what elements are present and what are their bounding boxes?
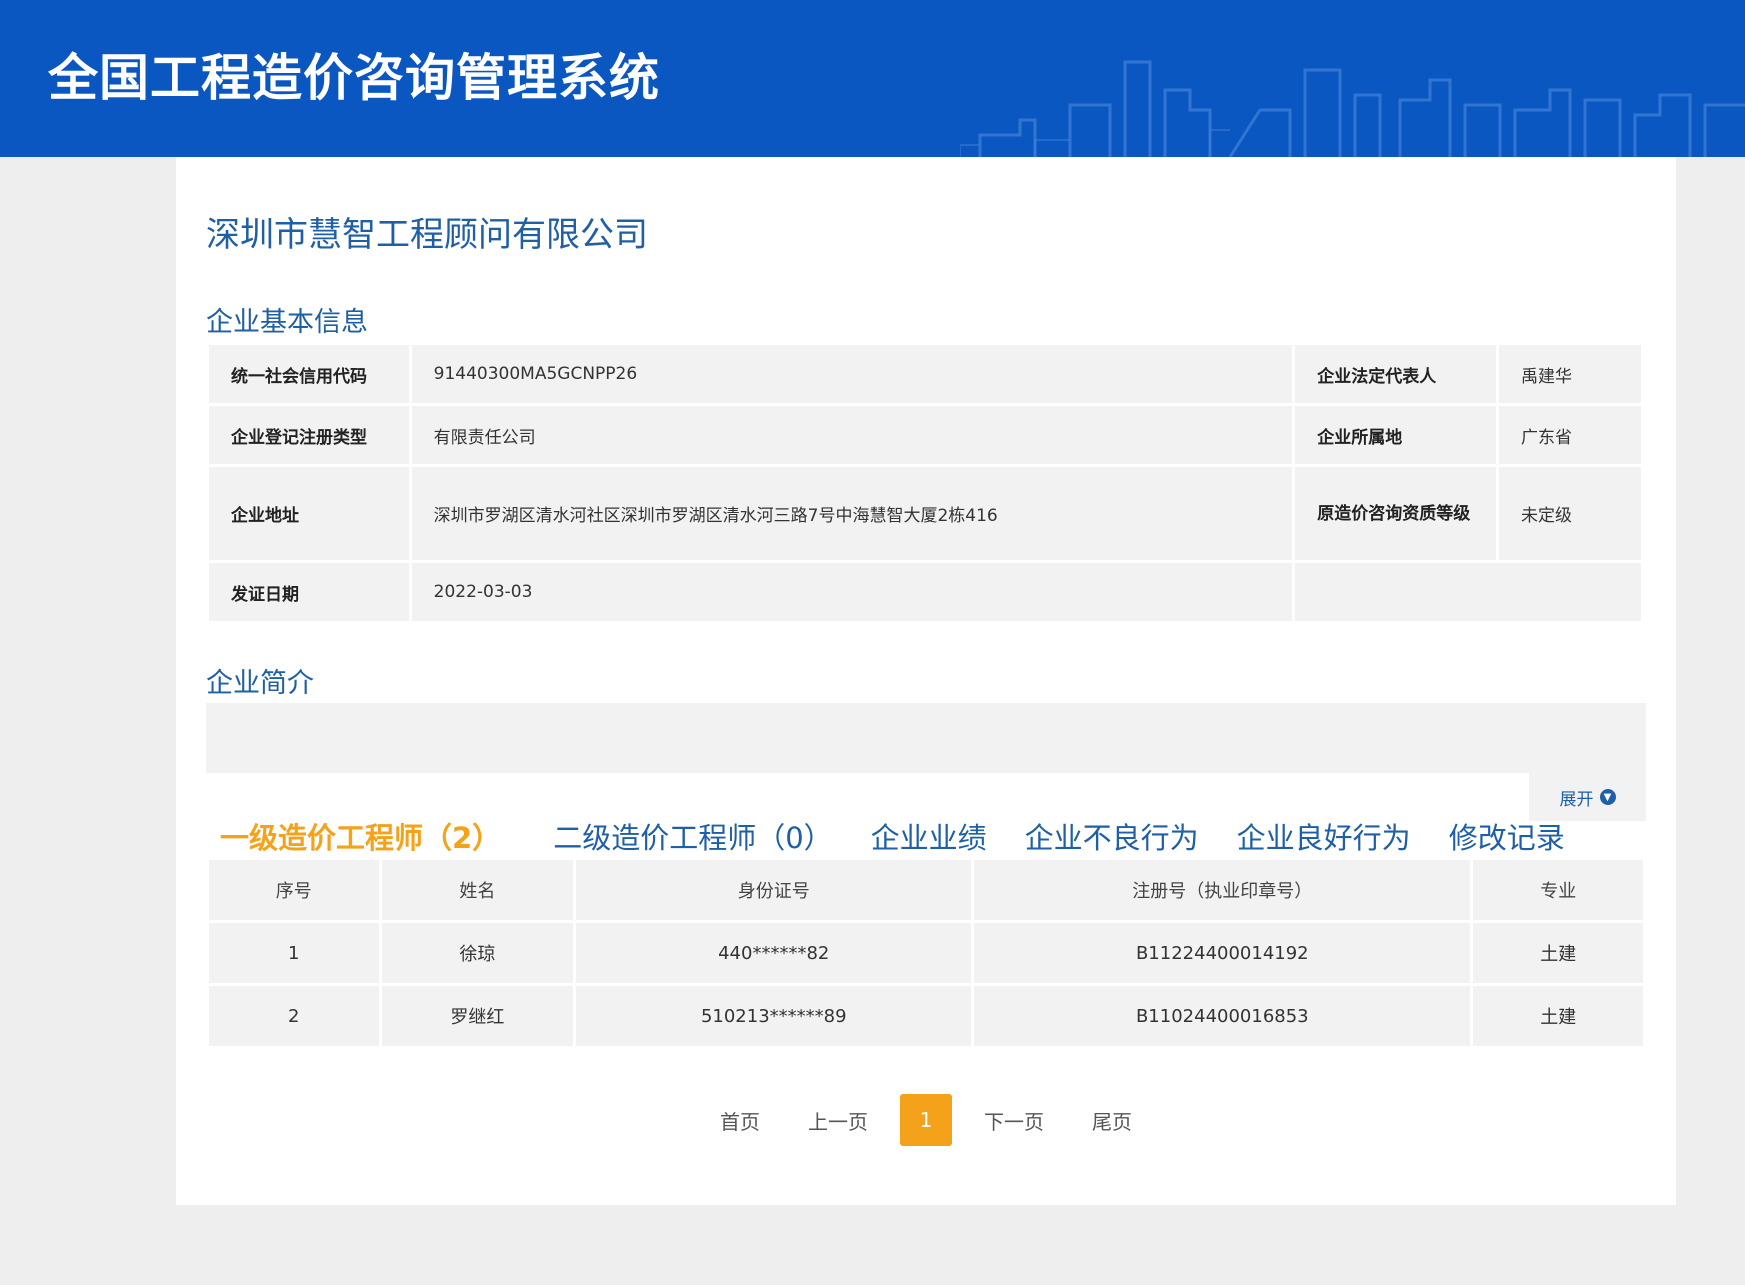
cell-index: 2	[209, 986, 379, 1046]
cell-name[interactable]: 徐琼	[381, 923, 574, 983]
cell-id: 440******82	[576, 923, 972, 983]
col-header-specialty: 专业	[1473, 860, 1643, 920]
tab-performance[interactable]: 企业业绩	[871, 815, 987, 857]
intro-title: 企业简介	[206, 668, 314, 699]
col-header-name: 姓名	[381, 860, 574, 920]
location-label: 企业所属地	[1295, 406, 1497, 464]
reg-type-label: 企业登记注册类型	[209, 406, 409, 464]
cell-index: 1	[209, 923, 379, 983]
tab-change-log[interactable]: 修改记录	[1449, 815, 1565, 857]
legal-rep-label: 企业法定代表人	[1295, 345, 1497, 403]
col-header-index: 序号	[209, 860, 379, 920]
cell-reg-no: B11024400016853	[974, 986, 1471, 1046]
first-page-button[interactable]: 首页	[696, 1106, 784, 1135]
table-row: 1 徐琼 440******82 B11224400014192 土建	[209, 923, 1643, 983]
cell-reg-no: B11224400014192	[974, 923, 1471, 983]
system-title: 全国工程造价咨询管理系统	[48, 49, 660, 107]
basic-info-table: 统一社会信用代码 91440300MA5GCNPP26 企业法定代表人 禹建华 …	[206, 342, 1644, 624]
col-header-id: 身份证号	[576, 860, 972, 920]
basic-info-title: 企业基本信息	[206, 307, 368, 338]
tab-bad-conduct[interactable]: 企业不良行为	[1025, 815, 1199, 857]
expand-label: 展开	[1559, 789, 1594, 810]
current-page-button[interactable]: 1	[900, 1094, 952, 1146]
grade-value: 未定级	[1499, 467, 1641, 560]
main-panel: 深圳市慧智工程顾问有限公司 企业基本信息 统一社会信用代码 91440300MA…	[176, 157, 1676, 1205]
issue-date-label: 发证日期	[209, 563, 409, 621]
cell-id: 510213******89	[576, 986, 972, 1046]
grade-label: 原造价咨询资质等级	[1295, 467, 1497, 560]
col-header-reg-no: 注册号（执业印章号）	[974, 860, 1471, 920]
cell-specialty: 土建	[1473, 986, 1643, 1046]
intro-content	[206, 703, 1646, 773]
cell-name[interactable]: 罗继红	[381, 986, 574, 1046]
company-name: 深圳市慧智工程顾问有限公司	[206, 215, 648, 255]
next-page-button[interactable]: 下一页	[960, 1106, 1068, 1135]
tab-level1-engineers[interactable]: 一级造价工程师（2）	[220, 815, 501, 857]
city-skyline-decoration	[960, 60, 1745, 157]
address-value: 深圳市罗湖区清水河社区深圳市罗湖区清水河三路7号中海慧智大厦2栋416	[411, 467, 1293, 560]
prev-page-button[interactable]: 上一页	[784, 1106, 892, 1135]
expand-button[interactable]: 展开 ▼	[1529, 773, 1646, 821]
last-page-button[interactable]: 尾页	[1068, 1106, 1156, 1135]
engineer-table: 序号 姓名 身份证号 注册号（执业印章号） 专业 1 徐琼 440******8…	[206, 857, 1646, 1049]
chevron-down-icon: ▼	[1599, 789, 1616, 805]
header-banner: 全国工程造价咨询管理系统	[0, 0, 1745, 157]
credit-code-label: 统一社会信用代码	[209, 345, 409, 403]
empty-cell	[1295, 563, 1641, 621]
table-header-row: 序号 姓名 身份证号 注册号（执业印章号） 专业	[209, 860, 1643, 920]
legal-rep-value: 禹建华	[1499, 345, 1641, 403]
tab-level2-engineers[interactable]: 二级造价工程师（0）	[553, 815, 832, 857]
reg-type-value: 有限责任公司	[411, 406, 1293, 464]
issue-date-value: 2022-03-03	[411, 563, 1293, 621]
tab-bar: 一级造价工程师（2） 二级造价工程师（0） 企业业绩 企业不良行为 企业良好行为…	[220, 815, 1603, 857]
cell-specialty: 土建	[1473, 923, 1643, 983]
credit-code-value: 91440300MA5GCNPP26	[411, 345, 1293, 403]
location-value: 广东省	[1499, 406, 1641, 464]
table-row: 2 罗继红 510213******89 B11024400016853 土建	[209, 986, 1643, 1046]
address-label: 企业地址	[209, 467, 409, 560]
tab-good-conduct[interactable]: 企业良好行为	[1237, 815, 1411, 857]
pagination: 首页 上一页 1 下一页 尾页	[176, 1094, 1676, 1146]
